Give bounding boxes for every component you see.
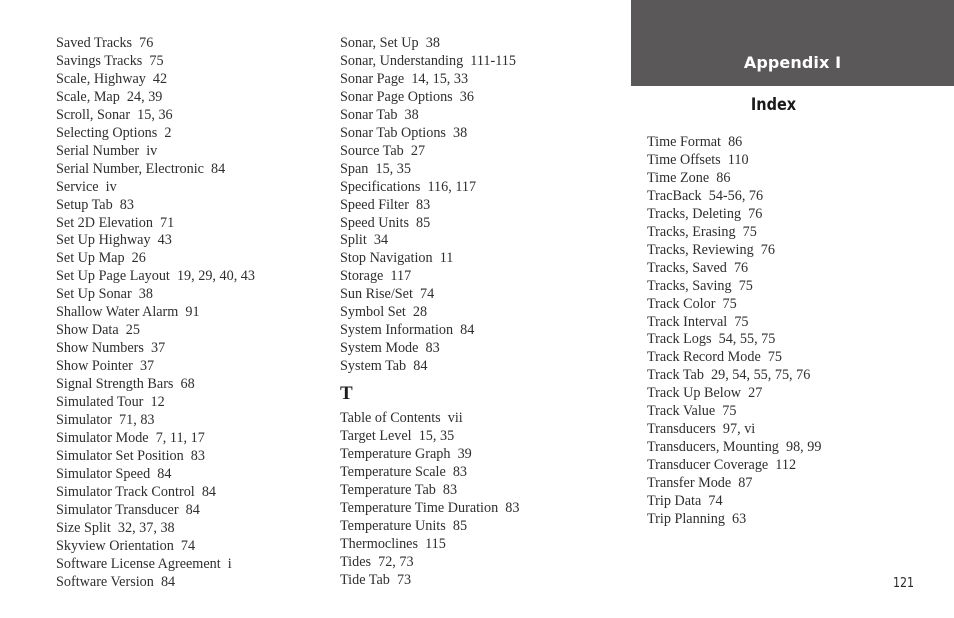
index-entry: Service iv [56, 178, 117, 195]
index-entry: Source Tab 27 [340, 142, 426, 159]
index-entry: Temperature Scale 83 [340, 463, 468, 480]
index-entry: Storage 117 [340, 268, 412, 285]
index-entry: Track Up Below 27 [647, 385, 763, 402]
index-entry: Selecting Options 2 [56, 124, 172, 141]
index-entry: Scroll, Sonar 15, 36 [56, 106, 173, 123]
index-entry: Sonar, Set Up 38 [340, 35, 440, 51]
index-entry: Show Pointer 37 [56, 358, 155, 375]
index-entry: Tide Tab 73 [340, 571, 412, 588]
index-entry: Split 34 [340, 232, 389, 249]
index-entry: Simulator Track Control 84 [56, 483, 217, 500]
index-entry: Sonar Tab 38 [340, 106, 419, 123]
index-entry: Time Offsets 110 [647, 151, 749, 168]
index-entry: Tracks, Erasing 75 [647, 223, 757, 240]
index-entry: Skyview Orientation 74 [56, 537, 196, 554]
index-entry: Track Interval 75 [647, 313, 749, 330]
index-entry: Span 15, 35 [340, 160, 411, 177]
index-entry: Savings Tracks 75 [56, 52, 164, 69]
index-entry: Specifications 116, 117 [340, 178, 477, 195]
index-entry: Serial Number iv [56, 142, 158, 159]
index-entry: Trip Planning 63 [647, 511, 747, 528]
index-entry: Set Up Sonar 38 [56, 286, 153, 303]
index-entry: System Information 84 [340, 322, 475, 339]
index-entry: Size Split 32, 37, 38 [56, 519, 175, 536]
index-entry: System Mode 83 [340, 340, 440, 357]
index-entry: Tracks, Saved 76 [647, 259, 749, 276]
index-entry: Trip Data 74 [647, 493, 723, 510]
index-entry: Speed Units 85 [340, 214, 431, 231]
index-entry: Temperature Time Duration 83 [340, 499, 520, 516]
index-entry: Sonar Tab Options 38 [340, 124, 468, 141]
index-column-2: Sonar, Set Up 38 Sonar, Understanding 111… [340, 35, 519, 590]
appendix-title: Appendix I [743, 53, 842, 72]
index-entry: Transducer Coverage 112 [647, 457, 797, 474]
index-entry: Temperature Tab 83 [340, 481, 458, 498]
index-entry: Sonar Page 14, 15, 33 [340, 70, 469, 87]
index-entry: Signal Strength Bars 68 [56, 376, 195, 393]
index-entry: Software Version 84 [56, 573, 176, 590]
index-entry: Temperature Graph 39 [340, 446, 472, 463]
index-entry: Time Zone 86 [647, 169, 731, 186]
index-entry: Set 2D Elevation 71 [56, 214, 175, 231]
index-entry: Sonar Page Options 36 [340, 88, 474, 105]
index-entry: Show Data 25 [56, 322, 140, 339]
index-entry: Setup Tab 83 [56, 196, 134, 213]
index-entry: Shallow Water Alarm 91 [56, 304, 200, 321]
letter-heading-t: T [340, 383, 353, 405]
index-entry: Table of Contents vii [340, 410, 463, 427]
index-entry: Tides 72, 73 [340, 553, 414, 570]
index-entry: Thermoclines 115 [340, 535, 446, 552]
index-entry: Tracks, Saving 75 [647, 277, 753, 294]
index-entry: Sun Rise/Set 74 [340, 286, 435, 303]
index-entry: Simulator 71, 83 [56, 412, 155, 429]
index-entry: Stop Navigation 11 [340, 250, 454, 267]
index-entry: Simulator Transducer 84 [56, 501, 200, 518]
index-entry: Set Up Map 26 [56, 250, 146, 267]
index-entry: Sonar, Understanding 111-115 [340, 52, 516, 69]
index-title: Index [750, 95, 797, 114]
index-entries-s: Sonar, Set Up 38 Sonar, Understanding 111… [340, 35, 519, 376]
index-entry: Software License Agreement i [56, 555, 232, 572]
index-entry: Simulator Mode 7, 11, 17 [56, 429, 205, 446]
index-entry: Saved Tracks 76 [56, 35, 154, 51]
index-entry: Transfer Mode 87 [647, 475, 753, 492]
index-entry: Track Tab 29, 54, 55, 75, 76 [647, 367, 811, 384]
index-entry: Set Up Highway 43 [56, 232, 172, 249]
index-entry: Track Record Mode 75 [647, 349, 783, 366]
index-entry: System Tab 84 [340, 358, 428, 375]
index-entry: Symbol Set 28 [340, 304, 428, 321]
appendix-header-band: Appendix I [631, 0, 954, 86]
page-number: 121 [893, 576, 915, 591]
index-column-3: Time Format 86 Time Offsets 110 Time Zone … [647, 134, 821, 529]
index-entry: Set Up Page Layout 19, 29, 40, 43 [56, 268, 255, 285]
index-entry: Simulator Speed 84 [56, 465, 172, 482]
index-entry: Temperature Units 85 [340, 517, 468, 534]
index-entry: Serial Number, Electronic 84 [56, 160, 226, 177]
index-entry: Time Format 86 [647, 134, 743, 150]
index-entry: TracBack 54-56, 76 [647, 187, 764, 204]
index-entry: Simulated Tour 12 [56, 394, 165, 411]
index-entry: Scale, Highway 42 [56, 70, 168, 87]
index-entry: Show Numbers 37 [56, 340, 166, 357]
index-entry: Speed Filter 83 [340, 196, 431, 213]
index-entry: Tracks, Deleting 76 [647, 205, 763, 222]
index-entry: Transducers, Mounting 98, 99 [647, 439, 822, 456]
index-entry: Tracks, Reviewing 76 [647, 241, 775, 258]
index-column-1: Saved Tracks 76 Savings Tracks 75 Scale, H… [56, 35, 255, 592]
index-entry: Scale, Map 24, 39 [56, 88, 163, 105]
index-entry: Target Level 15, 35 [340, 428, 455, 445]
index-entry: Transducers 97, vi [647, 421, 756, 438]
index-entries-t: Table of Contents vii Target Level 15, 35… [340, 410, 519, 590]
index-entry: Simulator Set Position 83 [56, 447, 205, 464]
index-entry: Track Value 75 [647, 403, 737, 420]
index-entry: Track Color 75 [647, 295, 737, 312]
index-entry: Track Logs 54, 55, 75 [647, 331, 776, 348]
